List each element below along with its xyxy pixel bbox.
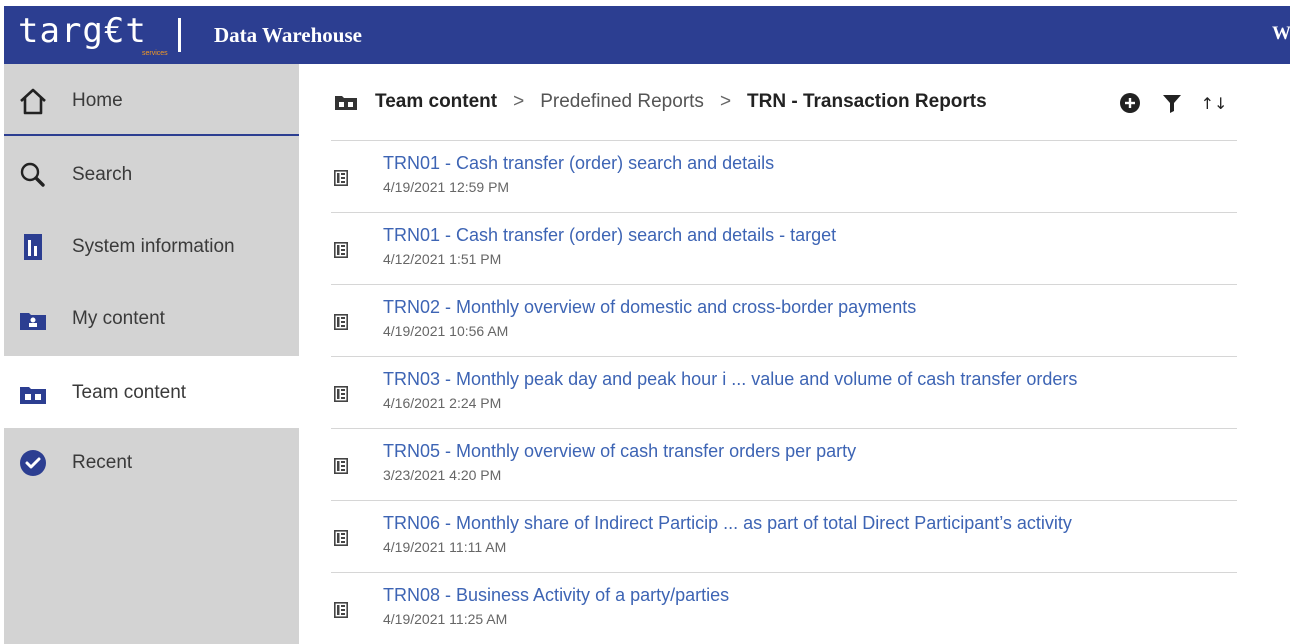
report-icon	[334, 530, 348, 546]
list-item[interactable]: TRN01 - Cash transfer (order) search and…	[331, 140, 1237, 212]
breadcrumb-separator: >	[719, 91, 732, 112]
filter-button[interactable]	[1159, 90, 1185, 116]
logo-divider	[178, 18, 181, 52]
sidebar-item-label: Home	[72, 90, 123, 111]
report-date: 4/19/2021 11:11 AM	[383, 539, 507, 555]
team-folder-icon	[20, 387, 46, 404]
report-icon	[334, 602, 348, 618]
my-folder-icon	[20, 313, 46, 330]
report-date: 4/19/2021 11:25 AM	[383, 611, 508, 627]
report-title-link[interactable]: TRN03 - Monthly peak day and peak hour i…	[383, 369, 1077, 390]
report-title-link[interactable]: TRN01 - Cash transfer (order) search and…	[383, 153, 774, 174]
sort-icon: ↑↓	[1200, 93, 1228, 113]
list-item[interactable]: TRN03 - Monthly peak day and peak hour i…	[331, 356, 1237, 428]
sort-button[interactable]: ↑↓	[1200, 90, 1228, 116]
report-icon	[334, 170, 348, 186]
home-icon	[20, 88, 46, 115]
sidebar-item-team-content[interactable]: Team content	[4, 356, 299, 428]
search-icon	[20, 162, 45, 187]
list-item[interactable]: TRN01 - Cash transfer (order) search and…	[331, 212, 1237, 284]
logo-subtitle: services	[142, 50, 168, 57]
sidebar-item-search[interactable]: Search	[4, 138, 299, 210]
breadcrumb-current: TRN - Transaction Reports	[747, 91, 987, 112]
breadcrumb-predefined-reports[interactable]: Predefined Reports	[540, 91, 704, 113]
report-list: TRN01 - Cash transfer (order) search and…	[331, 140, 1237, 644]
recent-icon	[20, 450, 46, 476]
sidebar-item-label: System information	[72, 236, 235, 257]
report-title-link[interactable]: TRN02 - Monthly overview of domestic and…	[383, 297, 916, 318]
list-item[interactable]: TRN06 - Monthly share of Indirect Partic…	[331, 500, 1237, 572]
sidebar-item-label: My content	[72, 308, 165, 329]
sidebar-item-system-information[interactable]: System information	[4, 210, 299, 282]
sidebar: Home Search System information My conten…	[4, 64, 299, 644]
breadcrumb: Team content > Predefined Reports > TRN …	[335, 91, 987, 113]
sidebar-item-label: Recent	[72, 452, 133, 473]
sidebar-item-home[interactable]: Home	[4, 64, 299, 136]
main-content: Team content > Predefined Reports > TRN …	[299, 64, 1290, 644]
report-date: 4/12/2021 1:51 PM	[383, 251, 502, 267]
report-icon	[334, 314, 348, 330]
report-date: 4/19/2021 12:59 PM	[383, 179, 510, 195]
report-title-link[interactable]: TRN05 - Monthly overview of cash transfe…	[383, 441, 856, 462]
add-button[interactable]	[1117, 90, 1143, 116]
add-circle-icon	[1120, 93, 1140, 113]
list-item[interactable]: TRN05 - Monthly overview of cash transfe…	[331, 428, 1237, 500]
welcome-text: We	[1272, 23, 1290, 44]
sidebar-item-label: Search	[72, 164, 133, 185]
sidebar-item-my-content[interactable]: My content	[4, 282, 299, 354]
report-title-link[interactable]: TRN08 - Business Activity of a party/par…	[383, 585, 729, 606]
sidebar-item-recent[interactable]: Recent	[4, 428, 299, 500]
list-item[interactable]: TRN02 - Monthly overview of domestic and…	[331, 284, 1237, 356]
report-date: 3/23/2021 4:20 PM	[383, 467, 502, 483]
team-folder-icon	[335, 96, 357, 110]
system-info-icon	[24, 234, 42, 260]
report-icon	[334, 458, 348, 474]
toolbar: ↑↓	[1117, 90, 1243, 116]
sidebar-item-label: Team content	[72, 382, 187, 403]
breadcrumb-team-content[interactable]: Team content	[375, 91, 497, 113]
report-date: 4/19/2021 10:56 AM	[383, 323, 509, 339]
list-item[interactable]: TRN08 - Business Activity of a party/par…	[331, 572, 1237, 644]
breadcrumb-separator: >	[513, 91, 525, 112]
report-icon	[334, 386, 348, 402]
report-date: 4/16/2021 2:24 PM	[383, 395, 502, 411]
report-title-link[interactable]: TRN01 - Cash transfer (order) search and…	[383, 225, 836, 246]
report-icon	[334, 242, 348, 258]
app-title: Data Warehouse	[214, 23, 362, 47]
report-title-link[interactable]: TRN06 - Monthly share of Indirect Partic…	[383, 513, 1072, 534]
target-logo[interactable]: targ€t	[18, 14, 147, 48]
app-header: targ€t services Data Warehouse We	[4, 6, 1290, 64]
filter-icon	[1163, 95, 1181, 113]
